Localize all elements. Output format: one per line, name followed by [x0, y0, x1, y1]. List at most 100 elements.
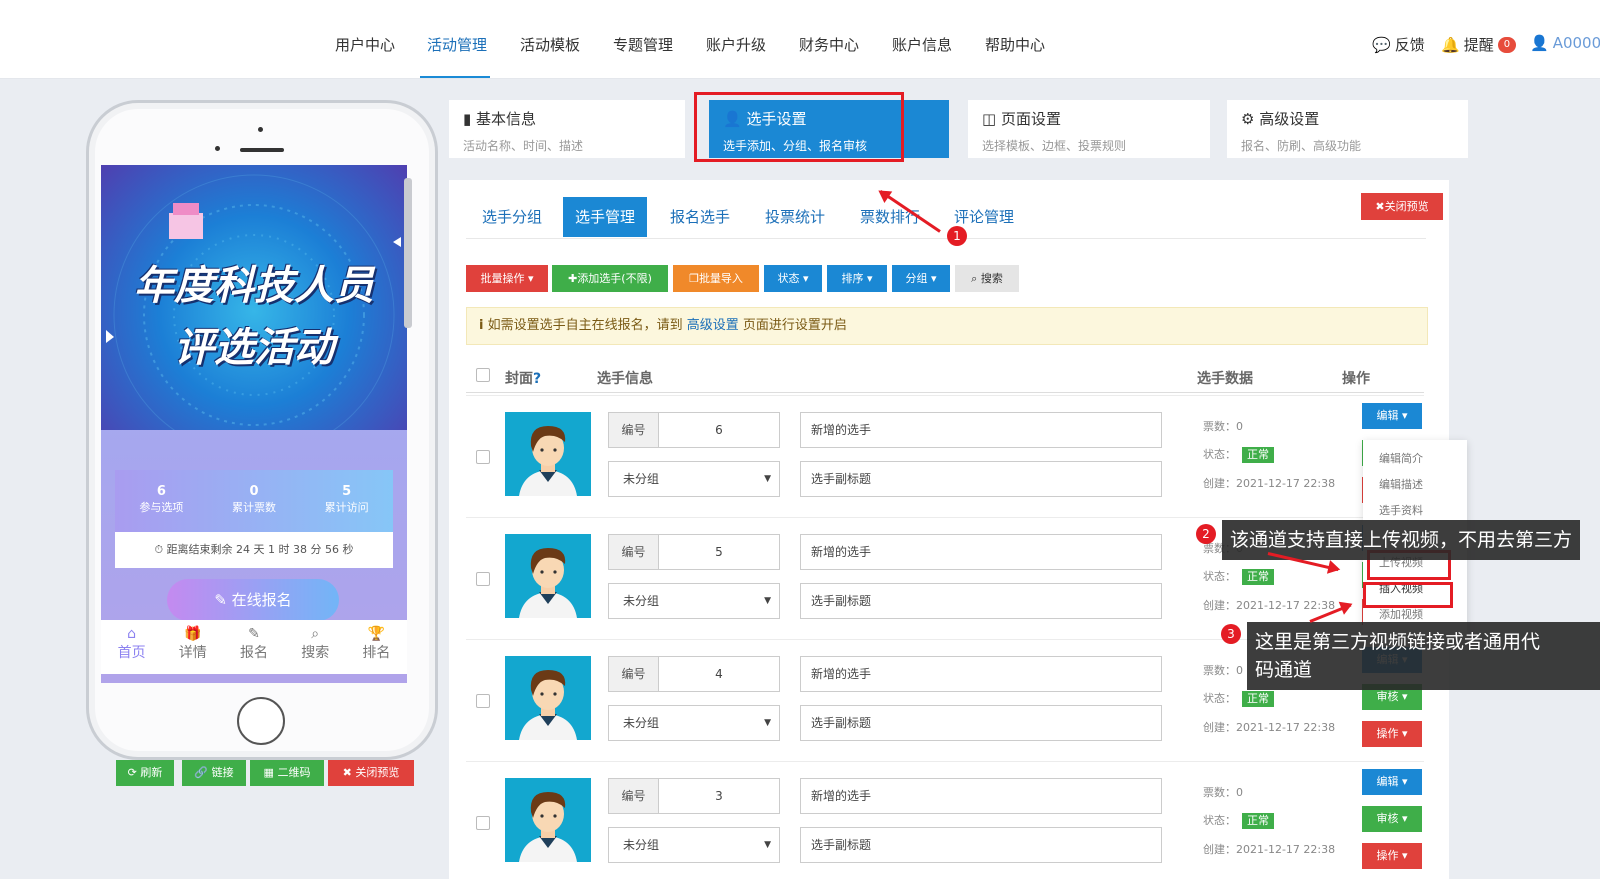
player-name-input[interactable]: 新增的选手	[800, 534, 1162, 570]
batch-import-button[interactable]: ❐批量导入	[673, 265, 759, 292]
user-menu[interactable]: 👤 A00000	[1530, 34, 1600, 52]
edit-icon: ✎	[248, 626, 260, 642]
player-avatar[interactable]	[505, 412, 591, 496]
row-checkbox[interactable]	[476, 572, 490, 586]
action-button[interactable]: 操作 ▾	[1362, 843, 1422, 869]
row-checkbox[interactable]	[476, 694, 490, 708]
qrcode-button[interactable]: ▦ 二维码	[250, 760, 324, 786]
row-checkbox[interactable]	[476, 816, 490, 830]
stat-visits: 5 累计访问	[324, 484, 369, 514]
player-created-time: 创建：2021-12-17 22:38	[1203, 477, 1336, 490]
close-preview-button[interactable]: ✖ 关闭预览	[328, 760, 414, 786]
dropdown-add-video[interactable]: 添加视频	[1379, 606, 1423, 622]
tab-player-group[interactable]: 选手分组	[470, 197, 554, 237]
gift-icon: 🎁	[184, 626, 202, 642]
banner-title-line2: 评选活动	[174, 325, 334, 371]
nav-activity-manage[interactable]: 活动管理	[427, 34, 487, 55]
phone-camera-dot	[215, 146, 220, 151]
dropdown-edit-intro[interactable]: 编辑简介	[1379, 450, 1423, 466]
tab-vote-stats[interactable]: 投票统计	[753, 197, 837, 237]
select-all-checkbox[interactable]	[476, 368, 490, 382]
link-button[interactable]: 🔗 链接	[182, 760, 246, 786]
step-advanced-settings[interactable]: ⚙ 高级设置 报名、防刷、高级功能	[1227, 100, 1468, 158]
edit-button[interactable]: 编辑 ▾	[1362, 403, 1422, 429]
annotation-badge-2: 2	[1196, 524, 1216, 544]
status-filter-button[interactable]: 状态 ▾	[764, 265, 822, 292]
player-subtitle-input[interactable]: 选手副标题	[800, 461, 1162, 497]
player-subtitle-input[interactable]: 选手副标题	[800, 583, 1162, 619]
header-operations: 操作	[1342, 371, 1370, 387]
action-button[interactable]: 操作 ▾	[1362, 721, 1422, 747]
dropdown-edit-desc[interactable]: 编辑描述	[1379, 476, 1423, 492]
remind-link[interactable]: 🔔 提醒 0	[1441, 34, 1517, 55]
status-badge: 正常	[1242, 569, 1274, 585]
batch-action-button[interactable]: 批量操作 ▾	[466, 265, 548, 292]
advanced-settings-link[interactable]: 高级设置	[687, 318, 739, 333]
player-group-select[interactable]: 未分组 ▼	[608, 827, 780, 863]
add-player-button[interactable]: ✚添加选手(不限)	[552, 265, 668, 292]
header-player-data: 选手数据	[1197, 371, 1253, 387]
player-name-input[interactable]: 新增的选手	[800, 412, 1162, 448]
tab-signup-players[interactable]: 报名选手	[658, 197, 742, 237]
number-label: 编号	[609, 779, 659, 813]
player-number-field[interactable]: 编号 4	[608, 656, 780, 692]
status-badge: 正常	[1242, 447, 1274, 463]
phone-tab-search[interactable]: ⌕ 搜索	[285, 620, 346, 674]
activity-banner: 年度科技人员 评选活动	[101, 165, 407, 430]
refresh-button[interactable]: ⟳ 刷新	[116, 760, 174, 786]
online-signup-button[interactable]: ✎ 在线报名	[167, 579, 339, 621]
row-checkbox[interactable]	[476, 450, 490, 464]
search-button[interactable]: ⌕ 搜索	[955, 265, 1019, 292]
player-number-field[interactable]: 编号 5	[608, 534, 780, 570]
nav-user-center[interactable]: 用户中心	[335, 34, 395, 55]
caret-down-icon: ▼	[764, 840, 771, 850]
group-value: 未分组	[623, 838, 660, 852]
player-subtitle-input[interactable]: 选手副标题	[800, 705, 1162, 741]
search-icon: ⌕	[971, 272, 978, 285]
feedback-link[interactable]: 💬 反馈	[1372, 34, 1425, 55]
player-avatar[interactable]	[505, 778, 591, 862]
nav-topic-manage[interactable]: 专题管理	[613, 34, 673, 55]
nav-account-info[interactable]: 账户信息	[892, 34, 952, 55]
review-button[interactable]: 审核 ▾	[1362, 806, 1422, 832]
tab-player-manage[interactable]: 选手管理	[563, 197, 648, 237]
player-votes: 票数：0	[1203, 664, 1243, 677]
panel-close-preview-button[interactable]: ✖关闭预览	[1361, 193, 1443, 220]
player-avatar[interactable]	[505, 656, 591, 740]
sort-button[interactable]: 排序 ▾	[827, 265, 887, 292]
nav-activity-template[interactable]: 活动模板	[520, 34, 580, 55]
player-name-input[interactable]: 新增的选手	[800, 778, 1162, 814]
player-subtitle-input[interactable]: 选手副标题	[800, 827, 1162, 863]
nav-help-center[interactable]: 帮助中心	[985, 34, 1045, 55]
header-cover: 封面?	[505, 371, 542, 387]
remind-label: 提醒	[1463, 36, 1494, 54]
player-avatar[interactable]	[505, 534, 591, 618]
player-number-field[interactable]: 编号 3	[608, 778, 780, 814]
step-basic-info[interactable]: ▮ 基本信息 活动名称、时间、描述	[449, 100, 685, 158]
caret-down-icon: ▼	[764, 718, 771, 728]
nav-finance-center[interactable]: 财务中心	[799, 34, 859, 55]
phone-tab-home[interactable]: ⌂ 首页	[101, 620, 162, 674]
step-page-settings[interactable]: ◫ 页面设置 选择模板、边框、投票规则	[968, 100, 1210, 158]
player-group-select[interactable]: 未分组 ▼	[608, 705, 780, 741]
player-number-field[interactable]: 编号 6	[608, 412, 780, 448]
group-filter-button[interactable]: 分组 ▾	[892, 265, 950, 292]
player-group-select[interactable]: 未分组 ▼	[608, 461, 780, 497]
nav-account-upgrade[interactable]: 账户升级	[706, 34, 766, 55]
user-icon: 👤	[1530, 34, 1549, 52]
stat-participants: 6 参与选项	[139, 484, 184, 514]
phone-tab-signup[interactable]: ✎ 报名	[223, 620, 284, 674]
remind-count-badge: 0	[1497, 36, 1517, 53]
player-votes: 票数：0	[1203, 786, 1243, 799]
player-created-time: 创建：2021-12-17 22:38	[1203, 843, 1336, 856]
phone-tab-rank[interactable]: 🏆 排名	[346, 620, 407, 674]
trophy-icon: 🏆	[367, 626, 386, 642]
phone-tab-detail[interactable]: 🎁 详情	[162, 620, 223, 674]
player-status: 状态： 正常	[1203, 812, 1274, 829]
person-avatar-icon	[519, 426, 577, 496]
phone-scrollbar[interactable]	[404, 178, 412, 328]
edit-button[interactable]: 编辑 ▾	[1362, 769, 1422, 795]
dropdown-player-profile[interactable]: 选手资料	[1379, 502, 1423, 518]
player-group-select[interactable]: 未分组 ▼	[608, 583, 780, 619]
player-name-input[interactable]: 新增的选手	[800, 656, 1162, 692]
